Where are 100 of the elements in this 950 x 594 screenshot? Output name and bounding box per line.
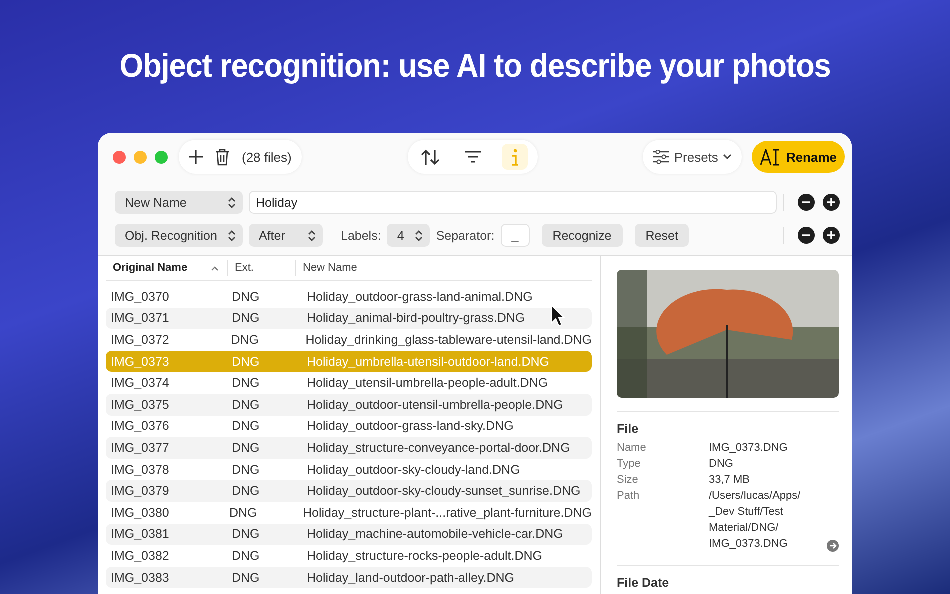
file-row[interactable]: IMG_0378 DNG Holiday_outdoor-sky-cloudy-land.DNG: [106, 458, 592, 480]
sort-arrows-icon: [421, 148, 440, 166]
add-icon[interactable]: [823, 194, 840, 211]
field-label: Type: [617, 457, 642, 472]
original-name-cell-text: IMG_0378: [110, 462, 170, 477]
field-value: 33,7 MB: [709, 473, 751, 488]
new-name-cell-text: Holiday_structure-rocks-people-adult.DNG: [306, 548, 543, 563]
original-name-cell-text: IMG_0371: [110, 311, 170, 326]
field-label: Name: [617, 441, 648, 456]
original-name-cell-text: IMG_0373: [110, 354, 170, 369]
extension-cell-text: DNG: [230, 332, 260, 347]
stepper-icon: [228, 230, 236, 242]
new-name-cell-text: Holiday_outdoor-grass-land-sky.DNG: [306, 419, 514, 434]
original-name-cell-text: IMG_0375: [110, 398, 170, 412]
extension-cell-text: DNG: [231, 484, 261, 498]
new-name-cell-text: Holiday_animal-bird-poultry-grass.DNG: [306, 311, 526, 326]
extension-cell-text: DNG: [231, 419, 261, 434]
file-row[interactable]: IMG_0380 DNG Holiday_structure-plant-...rative_plant-furniture.DNG: [106, 502, 592, 524]
field-value: /Users/lucas/Apps/ _Dev Stuff/Test Material/DNG/ IMG_0373.DNG: [709, 489, 802, 552]
text-cursor-icon: [760, 148, 780, 166]
extension-cell-text: DNG: [231, 354, 261, 369]
info-icon: [510, 148, 519, 166]
file-row[interactable]: IMG_0370 DNG Holiday_outdoor-grass-land-animal.DNG: [106, 286, 592, 308]
extension-cell-text: DNG: [231, 440, 261, 455]
stepper-icon: [228, 196, 236, 208]
new-name-cell-text: Holiday_outdoor-sky-cloudy-sunset_sunrise.DNG: [306, 484, 581, 498]
trash-icon[interactable]: [215, 148, 230, 166]
rule-type-select[interactable]: New Name: [115, 191, 243, 214]
sort-up-icon[interactable]: [211, 266, 219, 270]
labels-label: Labels:: [341, 228, 382, 242]
field-value: DNG: [709, 457, 734, 472]
cursor-icon: [551, 305, 565, 327]
extension-cell-text: DNG: [231, 311, 261, 326]
new-name-cell-text: Holiday_outdoor-sky-cloudy-land.DNG: [306, 462, 520, 477]
file-row[interactable]: IMG_0376 DNG Holiday_outdoor-grass-land-sky.DNG: [106, 416, 592, 438]
section-title: File: [617, 422, 640, 436]
original-name-cell-text: IMG_0374: [110, 376, 170, 390]
stepper-icon: [308, 230, 316, 242]
sliders-icon: [653, 150, 670, 164]
file-row[interactable]: IMG_0383 DNG Holiday_land-outdoor-path-alley.DNG: [106, 566, 592, 588]
add-icon[interactable]: [189, 150, 203, 164]
file-row[interactable]: IMG_0372 DNG Holiday_drinking_glass-tableware-utensil-land.DNG: [106, 329, 592, 351]
extension-cell-text: DNG: [231, 376, 261, 390]
column-header[interactable]: Original Name: [113, 262, 188, 274]
file-row[interactable]: IMG_0379 DNG Holiday_outdoor-sky-cloudy-sunset_sunrise.DNG: [106, 480, 592, 502]
presets-button[interactable]: Presets: [643, 140, 742, 174]
chevron-down-icon: [723, 154, 732, 160]
column-header[interactable]: Ext.: [235, 262, 254, 274]
action-button[interactable]: Recognize: [542, 224, 623, 247]
action-button[interactable]: Reset: [634, 224, 690, 247]
new-name-cell-text: Holiday_land-outdoor-path-alley.DNG: [306, 570, 515, 585]
original-name-cell-text: IMG_0383: [110, 570, 170, 585]
new-name-cell-text: Holiday_structure-conveyance-portal-door.DNG: [306, 440, 570, 455]
new-name-cell-text: Holiday_outdoor-grass-land-animal.DNG: [306, 290, 533, 304]
new-name-cell-text: Holiday_utensil-umbrella-people-adult.DNG: [306, 376, 548, 390]
file-row[interactable]: IMG_0382 DNG Holiday_structure-rocks-people-adult.DNG: [106, 545, 592, 567]
separator-field[interactable]: _: [500, 224, 530, 247]
field-label: Size: [617, 473, 640, 488]
new-name-cell-text: Holiday_umbrella-utensil-outdoor-land.DNG: [306, 354, 550, 369]
add-icon[interactable]: [823, 227, 840, 244]
position-select[interactable]: After: [249, 224, 323, 247]
new-name-cell-text: Holiday_outdoor-utensil-umbrella-people.DNG: [306, 398, 564, 412]
file-row[interactable]: IMG_0381 DNG Holiday_machine-automobile-vehicle-car.DNG: [106, 524, 592, 546]
remove-icon[interactable]: [798, 227, 815, 244]
rename-button[interactable]: Rename: [752, 141, 846, 173]
original-name-cell-text: IMG_0379: [110, 484, 170, 498]
file-row[interactable]: IMG_0371 DNG Holiday_animal-bird-poultry-grass.DNG: [106, 308, 592, 330]
close-button[interactable]: [113, 150, 126, 164]
headline: Object recognition: use AI to describe your photos: [120, 46, 830, 86]
extension-cell-text: DNG: [231, 290, 261, 304]
extension-cell-text: DNG: [231, 462, 261, 477]
original-name-cell-text: IMG_0381: [110, 527, 170, 542]
file-row[interactable]: IMG_0375 DNG Holiday_outdoor-utensil-umbrella-people.DNG: [106, 394, 592, 416]
rule-type-select[interactable]: Obj. Recognition: [115, 224, 243, 247]
lines-icon: [464, 151, 481, 163]
column-header[interactable]: New Name: [303, 262, 358, 274]
file-row[interactable]: IMG_0377 DNG Holiday_structure-conveyance-portal-door.DNG: [106, 437, 592, 459]
extension-cell-text: DNG: [228, 506, 258, 520]
extension-cell-text: DNG: [231, 398, 261, 412]
text-field[interactable]: Holiday: [249, 191, 777, 214]
original-name-cell-text: IMG_0377: [110, 440, 170, 455]
new-name-cell-text: Holiday_drinking_glass-tableware-utensil-land.DNG: [304, 332, 592, 347]
field-label: Path: [617, 489, 641, 504]
arrow-circle-icon[interactable]: [827, 540, 839, 552]
new-name-cell-text: Holiday_machine-automobile-vehicle-car.DNG: [306, 527, 564, 542]
remove-icon[interactable]: [798, 194, 815, 211]
labels-select[interactable]: 4: [387, 224, 430, 247]
new-name-cell-text: Holiday_structure-plant-...rative_plant-furniture.DNG: [302, 506, 592, 520]
file-count: (28 files): [242, 150, 292, 164]
separator-label: Separator:: [436, 228, 495, 242]
original-name-cell-text: IMG_0382: [110, 548, 170, 563]
original-name-cell-text: IMG_0380: [110, 506, 170, 520]
extension-cell-text: DNG: [231, 548, 261, 563]
file-row[interactable]: IMG_0374 DNG Holiday_utensil-umbrella-people-adult.DNG: [106, 372, 592, 394]
original-name-cell-text: IMG_0376: [110, 419, 170, 434]
section-title: File Date: [617, 576, 670, 590]
extension-cell-text: DNG: [231, 527, 261, 542]
original-name-cell-text: IMG_0370: [110, 290, 170, 304]
stepper-icon: [415, 230, 424, 242]
original-name-cell-text: IMG_0372: [110, 332, 170, 347]
